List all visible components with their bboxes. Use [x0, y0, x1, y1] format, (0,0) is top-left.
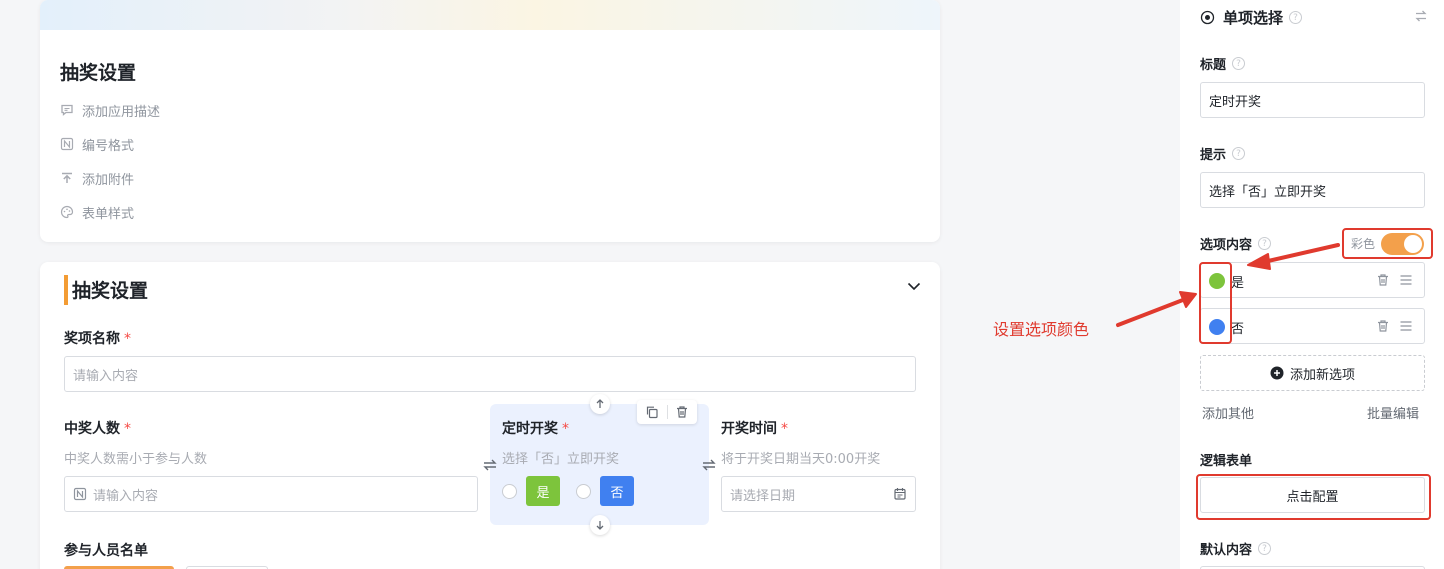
calendar-icon: [893, 487, 907, 501]
draw-time-hint: 将于开奖日期当天0:00开奖: [721, 452, 881, 467]
highlight-box-toggle: [1342, 228, 1433, 259]
drag-handle-icon[interactable]: [1399, 319, 1413, 333]
required-mark: *: [124, 331, 131, 347]
option-tag-no[interactable]: 否: [600, 476, 634, 506]
timed-draw-hint: 选择「否」立即开奖: [502, 452, 620, 467]
option-label: 添加应用描述: [82, 104, 161, 120]
panel-header: 单项选择 ?: [1200, 7, 1303, 28]
prize-name-label: 奖项名称 *: [64, 328, 131, 348]
plus-circle-icon: [1270, 366, 1284, 380]
delete-icon[interactable]: [675, 405, 689, 419]
add-option-label: 添加新选项: [1289, 367, 1355, 383]
move-down-icon[interactable]: [590, 515, 610, 535]
winner-count-input[interactable]: 请输入内容: [64, 476, 478, 512]
upload-icon: [60, 171, 74, 185]
timed-draw-label: 定时开奖 *: [502, 418, 569, 438]
number-format-option[interactable]: 编号格式: [60, 134, 134, 154]
comment-icon: [60, 103, 74, 117]
section-title: 抽奖设置: [72, 280, 149, 302]
move-up-icon[interactable]: [590, 394, 610, 414]
field-toolbar: [637, 400, 697, 424]
placeholder-text: 请选择日期: [730, 488, 796, 504]
logic-form-label: 逻辑表单: [1200, 454, 1253, 469]
label-text: 奖项名称: [64, 331, 120, 347]
section-accent-bar: [64, 275, 68, 305]
toolbar-divider: [667, 405, 668, 419]
label-text: 标题: [1200, 58, 1227, 73]
help-icon[interactable]: ?: [1232, 147, 1246, 160]
number-format-icon: [73, 487, 87, 501]
delete-icon[interactable]: [1376, 319, 1390, 333]
title-input[interactable]: 定时开奖: [1200, 82, 1425, 118]
header-banner: [40, 0, 940, 30]
option-label: 编号格式: [82, 138, 135, 154]
winner-count-label: 中奖人数 *: [64, 418, 131, 438]
help-icon[interactable]: ?: [1289, 11, 1303, 24]
input-value: 选择「否」立即开奖: [1209, 184, 1327, 200]
draw-time-label: 开奖时间 *: [721, 418, 788, 438]
label-text: 定时开奖: [502, 421, 558, 437]
help-icon[interactable]: ?: [1258, 542, 1272, 555]
chevron-down-icon[interactable]: [906, 278, 922, 294]
panel-title: 单项选择: [1223, 9, 1284, 27]
radio-no[interactable]: [576, 484, 591, 499]
swap-left-icon[interactable]: [482, 457, 498, 473]
label-text: 中奖人数: [64, 421, 120, 437]
placeholder-text: 请输入内容: [93, 488, 159, 504]
label-text: 提示: [1200, 148, 1227, 163]
hint-field-label: 提示?: [1200, 144, 1246, 163]
participants-label: 参与人员名单: [64, 543, 148, 559]
settings-card: 抽奖设置 添加应用描述 编号格式 添加附件 表单样式: [40, 0, 940, 242]
input-value: 定时开奖: [1209, 94, 1262, 110]
placeholder-text: 请输入内容: [73, 368, 139, 384]
add-attachment-option[interactable]: 添加附件: [60, 168, 134, 188]
card-title: 抽奖设置: [60, 62, 137, 84]
radio-yes[interactable]: [502, 484, 517, 499]
palette-icon: [60, 205, 74, 219]
option-tag-yes[interactable]: 是: [526, 476, 560, 506]
option-label: 添加附件: [82, 172, 135, 188]
copy-icon[interactable]: [645, 405, 659, 419]
label-text: 默认内容: [1200, 543, 1253, 558]
switch-field-icon[interactable]: [1414, 9, 1428, 23]
help-icon[interactable]: ?: [1232, 57, 1246, 70]
highlight-box-configure: [1196, 474, 1431, 520]
default-content-label: 默认内容?: [1200, 539, 1272, 558]
delete-icon[interactable]: [1376, 273, 1390, 287]
required-mark: *: [562, 421, 569, 437]
required-mark: *: [124, 421, 131, 437]
hint-input[interactable]: 选择「否」立即开奖: [1200, 172, 1425, 208]
number-format-icon: [60, 137, 74, 151]
drag-handle-icon[interactable]: [1399, 273, 1413, 287]
option-label: 表单样式: [82, 206, 135, 222]
add-other-link[interactable]: 添加其他: [1202, 403, 1254, 422]
label-text: 开奖时间: [721, 421, 777, 437]
prize-name-input[interactable]: 请输入内容: [64, 356, 916, 392]
add-option-button[interactable]: 添加新选项: [1200, 355, 1425, 391]
form-style-option[interactable]: 表单样式: [60, 202, 134, 222]
add-description-option[interactable]: 添加应用描述: [60, 100, 160, 120]
required-mark: *: [781, 421, 788, 437]
title-field-label: 标题?: [1200, 54, 1246, 73]
batch-edit-link[interactable]: 批量编辑: [1367, 403, 1419, 422]
draw-time-date-input[interactable]: 请选择日期: [721, 476, 916, 512]
swap-right-icon[interactable]: [701, 457, 717, 473]
annotation-text: 设置选项颜色: [993, 320, 1090, 339]
annotation-arrows: [1116, 243, 1340, 327]
radio-target-icon: [1200, 10, 1215, 25]
winner-count-hint: 中奖人数需小于参与人数: [64, 452, 208, 467]
